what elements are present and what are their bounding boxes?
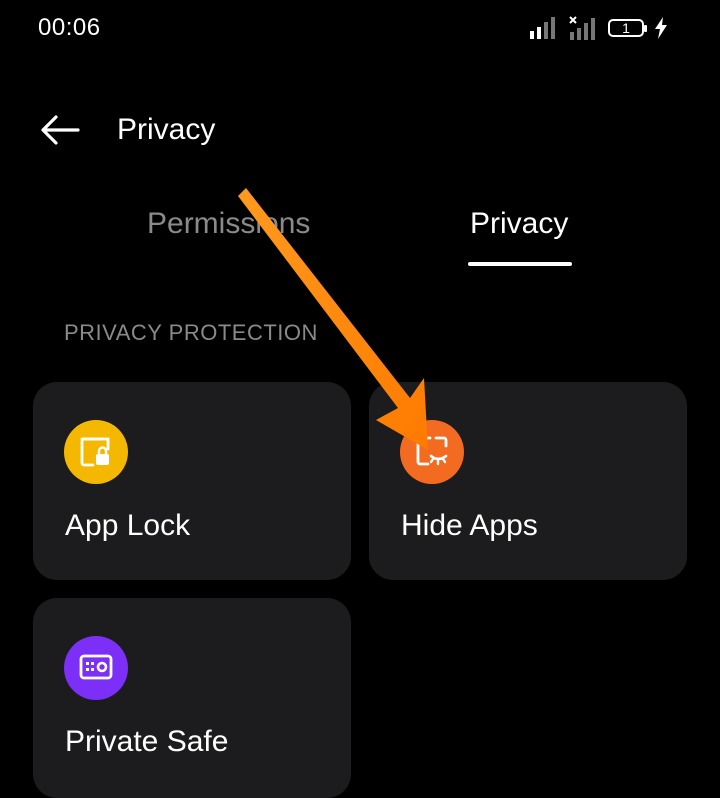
- private-safe-card[interactable]: Private Safe: [33, 598, 351, 798]
- private-safe-label: Private Safe: [65, 725, 229, 758]
- charging-icon: [655, 17, 667, 39]
- tab-permissions[interactable]: Permissions: [147, 204, 310, 244]
- signal-strength-icon: [530, 17, 555, 39]
- hide-apps-card[interactable]: Hide Apps: [369, 382, 687, 580]
- status-time: 00:06: [38, 14, 101, 41]
- battery-icon: 1: [608, 19, 647, 37]
- no-signal-icon: [569, 16, 595, 40]
- page-title: Privacy: [117, 113, 216, 146]
- hide-apps-label: Hide Apps: [401, 509, 538, 542]
- app-header: Privacy: [0, 100, 720, 160]
- private-safe-icon: [64, 636, 128, 700]
- battery-level: 1: [622, 20, 630, 36]
- status-bar: 00:06 1: [0, 0, 720, 56]
- tab-privacy[interactable]: Privacy: [470, 204, 568, 244]
- back-arrow-icon: [41, 115, 80, 145]
- app-lock-icon: [64, 420, 128, 484]
- hide-apps-icon: [400, 420, 464, 484]
- active-tab-indicator: [468, 262, 572, 266]
- app-lock-label: App Lock: [65, 509, 191, 542]
- status-icons: 1: [530, 14, 668, 42]
- app-lock-card[interactable]: App Lock: [33, 382, 351, 580]
- tab-bar: Permissions Privacy: [0, 200, 720, 270]
- section-label: PRIVACY PROTECTION: [64, 320, 318, 345]
- back-button[interactable]: [40, 112, 88, 148]
